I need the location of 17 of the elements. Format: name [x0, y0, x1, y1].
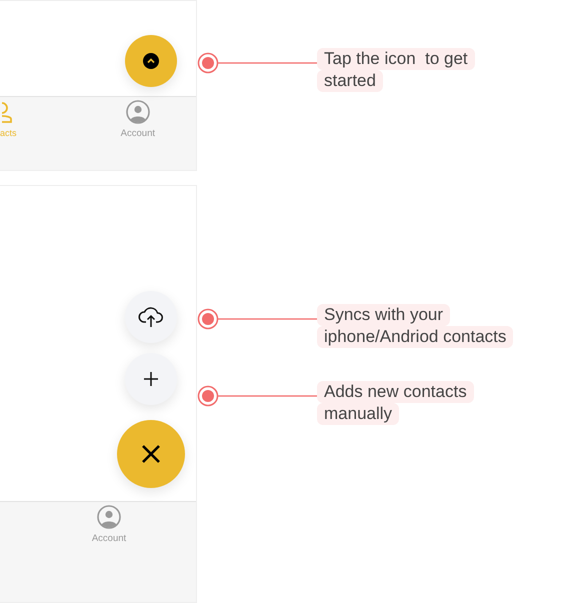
nav-tab[interactable]: Account	[92, 505, 126, 544]
account-icon	[96, 505, 121, 529]
chevron-up-icon	[143, 53, 159, 69]
plus-icon	[143, 371, 159, 387]
person-icon	[2, 100, 14, 124]
callout-label: Adds new contacts	[317, 381, 474, 403]
floating-action-button[interactable]	[125, 35, 177, 87]
callout-label: started	[317, 70, 383, 92]
callout-label: Syncs with your	[317, 304, 450, 326]
callout-label: manually	[317, 403, 400, 425]
callout-label: Tap the icon to get	[317, 48, 475, 70]
close-icon	[141, 444, 161, 464]
callout-label: iphone/Andriod contacts	[317, 326, 514, 348]
nav-tab[interactable]: acts	[0, 100, 17, 138]
cloud-upload-icon	[138, 306, 164, 328]
account-icon	[126, 100, 150, 124]
nav-tab[interactable]: Account	[120, 100, 155, 139]
